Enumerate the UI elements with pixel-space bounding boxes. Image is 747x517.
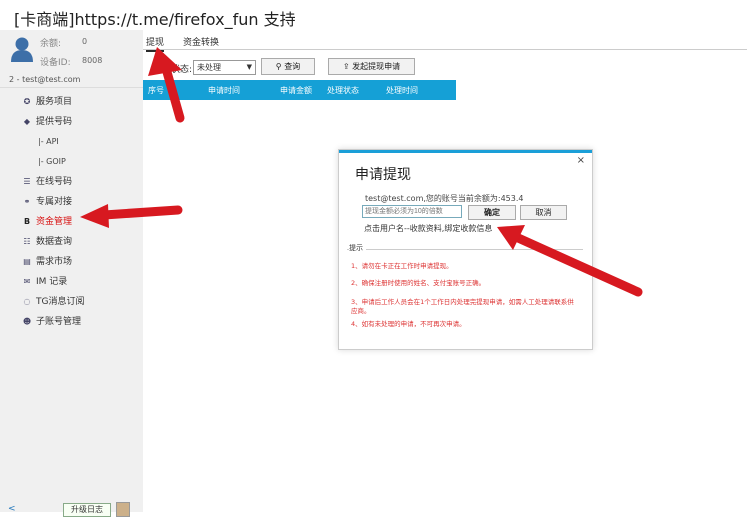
column-header: 申请金额 (280, 86, 312, 95)
bind-payment-link[interactable]: 点击用户名--收款资料,绑定收款信息 (364, 223, 492, 234)
window-title: [卡商端]https://t.me/firefox_fun 支持 (14, 10, 296, 29)
list-icon: ☷ (23, 237, 31, 246)
users-icon: ☻ (22, 317, 32, 326)
column-header: 处理状态 (327, 86, 359, 95)
collapse-sidebar-button[interactable]: < (8, 504, 16, 514)
sidebar-item-market[interactable]: ▤ 需求市场 (0, 252, 143, 272)
cancel-button[interactable]: 取消 (520, 205, 567, 220)
chevron-down-icon: ▼ (246, 63, 252, 71)
tip-item: 4、如有未处理的申请，不可再次申请。 (351, 320, 466, 328)
sidebar-item-sub-accounts[interactable]: ☻ 子账号管理 (0, 312, 143, 332)
withdraw-icon: ⇪ (342, 62, 350, 71)
device-id-value: 8008 (82, 56, 103, 65)
bell-icon: ◌ (23, 297, 31, 306)
upgrade-log-button[interactable]: 升级日志 (63, 503, 111, 517)
status-filter-label: 处理状态: (153, 65, 193, 75)
sidebar-item-goip[interactable]: |- GOIP (0, 152, 143, 172)
sidebar-item-tg-subscribe[interactable]: ◌ TG消息订阅 (0, 292, 143, 312)
request-withdraw-button[interactable]: ⇪ 发起提现申请 (328, 58, 415, 75)
tab-fund-transfer[interactable]: 资金转换 (183, 35, 219, 48)
close-icon[interactable]: × (577, 155, 585, 166)
caret-icon: ◆ (23, 117, 31, 126)
column-header: 申请时间 (208, 86, 240, 95)
list-icon: ☰ (23, 177, 31, 186)
sidebar-item-dedicated[interactable]: ⚭ 专属对接 (0, 192, 143, 212)
confirm-button[interactable]: 确定 (468, 205, 516, 220)
tips-title: 提示 (349, 243, 366, 253)
device-id-label: 设备ID: (40, 58, 71, 68)
withdraw-amount-input[interactable] (362, 205, 462, 218)
table-header: 序号 申请时间 申请金额 处理状态 处理时间 (143, 80, 456, 100)
status-select[interactable]: 未处理 ▼ (193, 60, 256, 75)
link-icon: ⚭ (23, 197, 31, 206)
withdraw-dialog: × 申请提现 test@test.com,您的账号当前余额为:453.4 确定 … (338, 149, 593, 350)
balance-label: 余额: (40, 39, 62, 49)
dialog-accent-bar (339, 150, 592, 153)
mail-icon: ✉ (23, 277, 31, 286)
sidebar-item-im-records[interactable]: ✉ IM 记录 (0, 272, 143, 292)
sidebar: 余额: 0 设备ID: 8008 2 - test@test.com ✪ 服务项… (0, 30, 143, 517)
column-header: 处理时间 (386, 86, 418, 95)
column-header: 序号 (148, 86, 164, 95)
dialog-title: 申请提现 (355, 167, 411, 183)
balance-value: 0 (82, 37, 88, 46)
user-avatar[interactable] (116, 502, 130, 517)
sidebar-item-funds[interactable]: B 资金管理 (0, 212, 143, 232)
divider (0, 87, 143, 88)
sidebar-item-services[interactable]: ✪ 服务项目 (0, 92, 143, 112)
sidebar-item-data-query[interactable]: ☷ 数据查询 (0, 232, 143, 252)
user-email: 2 - test@test.com (9, 75, 81, 84)
search-icon: ⚲ (275, 62, 282, 71)
account-balance-info: test@test.com,您的账号当前余额为:453.4 (365, 194, 524, 203)
sidebar-item-provide-numbers[interactable]: ◆ 提供号码 (0, 112, 143, 132)
filter-toolbar: 处理状态: 未处理 ▼ ⚲ 查询 ⇪ 发起提现申请 (143, 57, 747, 79)
tab-bar: 提现 资金转换 (143, 31, 747, 52)
tip-item: 3、申请后工作人员会在1个工作日内处理完提现申请，如需人工处理请联系供应商。 (351, 298, 574, 315)
avatar-icon (11, 37, 33, 62)
tip-item: 1、请勿在卡正在工作时申请提现。 (351, 262, 453, 270)
sidebar-item-online-numbers[interactable]: ☰ 在线号码 (0, 172, 143, 192)
tip-item: 2、确保注册时使用的姓名、支付宝账号正确。 (351, 279, 486, 287)
doc-icon: ▤ (23, 257, 31, 266)
badge-icon: ✪ (23, 97, 31, 106)
tab-withdraw[interactable]: 提现 (146, 35, 165, 52)
sidebar-item-api[interactable]: |- API (0, 132, 143, 152)
tips-panel: 提示 1、请勿在卡正在工作时申请提现。 2、确保注册时使用的姓名、支付宝账号正确… (347, 243, 583, 341)
query-button[interactable]: ⚲ 查询 (261, 58, 315, 75)
b-icon: B (23, 217, 31, 226)
sidebar-nav: ✪ 服务项目 ◆ 提供号码 |- API |- GOIP ☰ 在线号码 ⚭ 专属… (0, 92, 143, 332)
